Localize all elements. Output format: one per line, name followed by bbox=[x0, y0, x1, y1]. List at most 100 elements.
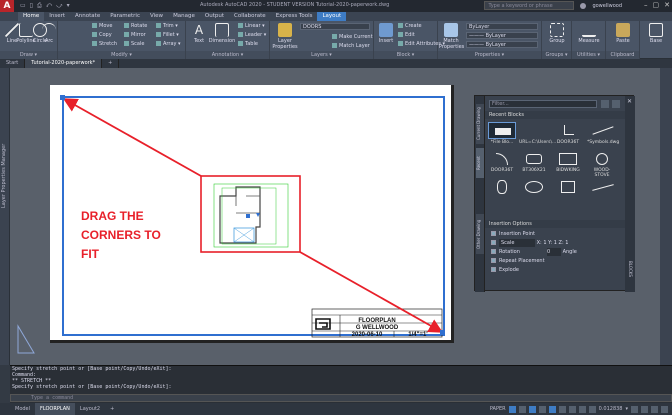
close-icon[interactable]: ✕ bbox=[664, 1, 670, 9]
block-thumb[interactable] bbox=[553, 178, 583, 196]
left-palette-strip[interactable]: Layer Properties Manager bbox=[0, 68, 10, 365]
stretch-button[interactable]: Stretch bbox=[92, 40, 117, 48]
tab-collaborate[interactable]: Collaborate bbox=[229, 12, 271, 21]
paste-button[interactable]: Paste bbox=[612, 23, 634, 49]
draw-group-label[interactable]: Draw ▾ bbox=[0, 51, 57, 59]
insert-button[interactable]: Insert bbox=[375, 23, 397, 49]
tab-current-drawing[interactable]: Current Drawing bbox=[476, 104, 484, 144]
plot-icon[interactable]: ⎙ bbox=[37, 2, 42, 10]
block-thumb[interactable]: DOOR36T bbox=[553, 122, 583, 145]
customize-icon[interactable] bbox=[661, 405, 668, 413]
open-icon[interactable]: ▯ bbox=[30, 2, 33, 10]
command-input[interactable]: Type a command bbox=[10, 394, 672, 402]
arc-button[interactable]: Arc bbox=[41, 23, 57, 49]
measure-button[interactable]: Measure bbox=[578, 23, 600, 49]
tab-output[interactable]: Output bbox=[200, 12, 229, 21]
tab-view[interactable]: View bbox=[145, 12, 168, 21]
close-palette-icon[interactable]: ✕ bbox=[627, 98, 632, 105]
user-name[interactable]: gowellwood bbox=[592, 3, 622, 9]
blocks-filter-input[interactable]: Filter... bbox=[489, 100, 597, 108]
annotation-scale-icon[interactable] bbox=[588, 405, 596, 413]
utilities-group-label[interactable]: Utilities ▾ bbox=[572, 51, 605, 59]
rotate-button[interactable]: Rotate bbox=[124, 22, 147, 30]
grip-bottom-right[interactable] bbox=[440, 330, 445, 335]
redo-icon[interactable]: ⤻ bbox=[56, 2, 62, 10]
viewport-scale-value[interactable]: 0.012838 bbox=[599, 406, 623, 412]
block-thumb[interactable]: URL=C:\Users\... bbox=[519, 122, 556, 145]
clean-screen-icon[interactable] bbox=[651, 405, 658, 413]
ortho-icon[interactable] bbox=[528, 405, 536, 413]
layer-combo[interactable]: DOORS bbox=[300, 23, 370, 30]
blocks-right-strip[interactable]: ✕ BLOCKS bbox=[625, 96, 635, 292]
block-group-label[interactable]: Block ▾ bbox=[374, 51, 437, 59]
make-current-button[interactable]: Make Current bbox=[332, 33, 373, 41]
tab-model[interactable]: Model bbox=[10, 403, 35, 415]
modify-group-label[interactable]: Modify ▾ bbox=[58, 51, 185, 59]
repeat-placement-checkbox[interactable] bbox=[491, 258, 496, 263]
grip-top-left[interactable] bbox=[60, 95, 65, 100]
workspace-icon[interactable] bbox=[631, 405, 638, 413]
layers-group-label[interactable]: Layers ▾ bbox=[270, 51, 373, 59]
autocad-logo-icon[interactable]: A bbox=[0, 0, 14, 12]
tab-home[interactable]: Home bbox=[18, 12, 45, 21]
tab-layout[interactable]: Layout bbox=[317, 12, 347, 21]
properties-group-label[interactable]: Properties ▾ bbox=[438, 51, 541, 59]
undo-icon[interactable]: ⤺ bbox=[46, 2, 52, 10]
annotation-group-label[interactable]: Annotation ▾ bbox=[186, 51, 269, 59]
tab-start[interactable]: Start bbox=[0, 59, 26, 68]
selection-cycling-icon[interactable] bbox=[578, 405, 586, 413]
block-thumb[interactable]: WOOD-STOVE bbox=[587, 150, 617, 178]
table-button[interactable]: Table bbox=[238, 40, 258, 48]
snap-icon[interactable] bbox=[518, 405, 526, 413]
block-thumb[interactable] bbox=[587, 178, 617, 196]
floorplan-drawing[interactable] bbox=[213, 183, 289, 248]
lineweight-combo[interactable]: ——— ByLayer bbox=[466, 41, 538, 48]
scale-checkbox[interactable] bbox=[491, 240, 496, 245]
color-combo[interactable]: ByLayer bbox=[466, 23, 538, 30]
array-button[interactable]: Array ▾ bbox=[156, 40, 181, 48]
blocks-menu-icon[interactable] bbox=[601, 100, 609, 108]
tab-express-tools[interactable]: Express Tools bbox=[271, 12, 318, 21]
block-thumb[interactable] bbox=[519, 178, 549, 196]
groups-group-label[interactable]: Groups ▾ bbox=[542, 51, 571, 59]
clipboard-group-label[interactable]: Clipboard bbox=[606, 51, 639, 59]
base-button[interactable]: Base bbox=[645, 23, 667, 49]
tab-layout2[interactable]: Layout2 bbox=[75, 403, 105, 415]
block-thumb[interactable]: DOOR36T bbox=[487, 150, 517, 173]
new-tab-button[interactable]: + bbox=[102, 59, 120, 68]
rotation-checkbox[interactable] bbox=[491, 249, 496, 254]
tab-floorplan-layout[interactable]: FLOORPLAN bbox=[35, 403, 75, 415]
create-block-button[interactable]: Create bbox=[398, 22, 422, 30]
trim-button[interactable]: Trim ▾ bbox=[156, 22, 178, 30]
minimize-icon[interactable]: – bbox=[644, 1, 648, 9]
explode-option[interactable]: Explode bbox=[491, 266, 519, 274]
qat-dropdown-icon[interactable]: ▾ bbox=[67, 2, 70, 10]
copy-button[interactable]: Copy bbox=[92, 31, 112, 39]
tab-tutorial-drawing[interactable]: Tutorial-2020-paperwork* bbox=[25, 59, 103, 68]
match-properties-button[interactable]: Match Properties bbox=[439, 23, 464, 50]
scale-option[interactable]: Scale X: 1 Y: 1 Z: 1 bbox=[491, 239, 568, 247]
block-thumb[interactable]: BIDWKING bbox=[553, 150, 583, 173]
right-palette-strip[interactable] bbox=[660, 68, 672, 365]
maximize-icon[interactable]: ▢ bbox=[653, 1, 660, 9]
tab-parametric[interactable]: Parametric bbox=[105, 12, 145, 21]
repeat-placement-option[interactable]: Repeat Placement bbox=[491, 257, 545, 265]
group-button[interactable]: Group bbox=[546, 23, 568, 49]
block-thumb[interactable] bbox=[487, 178, 517, 196]
layer-properties-button[interactable]: Layer Properties bbox=[272, 23, 298, 50]
osnap-icon[interactable] bbox=[548, 405, 556, 413]
text-button[interactable]: A Text bbox=[188, 23, 210, 49]
layer-properties-manager-label[interactable]: Layer Properties Manager bbox=[1, 144, 7, 208]
block-thumb[interactable]: BT306X21 bbox=[519, 150, 549, 173]
edit-block-button[interactable]: Edit bbox=[398, 31, 415, 39]
new-icon[interactable]: ▭ bbox=[20, 2, 26, 10]
leader-button[interactable]: Leader ▾ bbox=[238, 31, 266, 39]
insertion-point-option[interactable]: Insertion Point bbox=[491, 230, 535, 238]
lineweight-icon[interactable] bbox=[568, 405, 576, 413]
tab-other-drawing[interactable]: Other Drawing bbox=[476, 214, 484, 254]
dimension-button[interactable]: Dimension bbox=[208, 23, 236, 49]
blocks-view-icon[interactable] bbox=[612, 100, 620, 108]
insertion-point-checkbox[interactable] bbox=[491, 231, 496, 236]
rotation-option[interactable]: Rotation 0 Angle bbox=[491, 248, 577, 256]
block-thumb[interactable]: *Symbols.dwg bbox=[587, 122, 619, 145]
